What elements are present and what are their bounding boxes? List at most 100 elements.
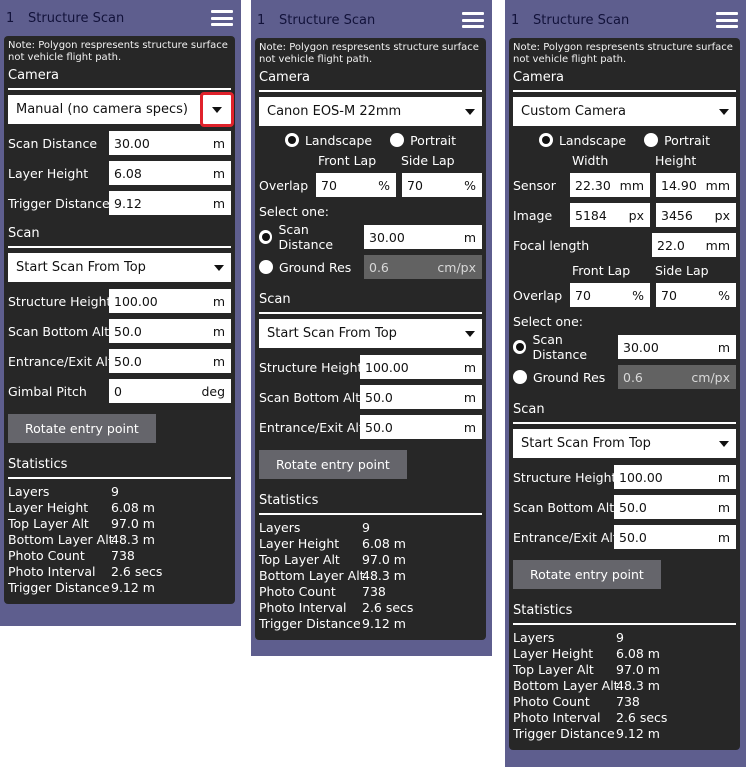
scan-distance-radio[interactable]: Scan Distance <box>259 222 364 252</box>
overlap-row: Overlap 70% 70% <box>259 170 482 200</box>
scan-start-select[interactable]: Start Scan From Top <box>8 253 231 282</box>
stat-label: Layers <box>8 484 50 499</box>
radio-label: Portrait <box>410 132 457 148</box>
scan-start-value: Start Scan From Top <box>521 436 651 451</box>
structure-height-input[interactable]: 100.00 m <box>360 355 482 379</box>
camera-select[interactable]: Manual (no camera specs) <box>8 92 234 127</box>
field-value: 5184 <box>575 207 607 223</box>
scan-distance-input[interactable]: 30.00 m <box>364 225 482 249</box>
stat-label: Layer Height <box>513 646 594 661</box>
field-value: 3456 <box>661 207 693 223</box>
entrance-exit-alt-input[interactable]: 50.0 m <box>109 349 231 373</box>
hamburger-menu-icon[interactable] <box>716 12 738 28</box>
ground-res-radio[interactable]: Ground Res <box>259 260 364 275</box>
image-width-input[interactable]: 5184 px <box>570 203 650 227</box>
rotate-entry-point-button[interactable]: Rotate entry point <box>259 450 407 479</box>
scan-bottom-alt-input[interactable]: 50.0 m <box>614 495 736 519</box>
stat-row: Top Layer Alt 97.0 m <box>8 516 231 532</box>
structure-height-input[interactable]: 100.00 m <box>109 289 231 313</box>
scan-bottom-alt-input[interactable]: 50.0 m <box>109 319 231 343</box>
stat-label: Layers <box>259 520 301 535</box>
stat-label: Photo Count <box>8 548 85 563</box>
front-lap-input[interactable]: 70% <box>570 283 650 307</box>
stat-row: Photo Interval 2.6 secs <box>513 710 736 726</box>
field-unit: m <box>463 359 476 375</box>
structure-height-row: Structure Height 100.00 m <box>513 462 736 492</box>
field-label: Entrance/Exit Alt <box>513 529 618 545</box>
sensor-width-input[interactable]: 22.30 mm <box>570 173 650 197</box>
front-lap-header: Front Lap <box>572 262 631 278</box>
field-value: 30.00 <box>114 135 150 151</box>
hamburger-menu-icon[interactable] <box>462 12 484 28</box>
field-unit: cm/px <box>437 259 476 275</box>
stat-label: Top Layer Alt <box>8 516 89 531</box>
stat-value: 97.0 m <box>111 516 155 531</box>
trigger-distance-input[interactable]: 9.12 m <box>109 191 231 215</box>
camera-select[interactable]: Canon EOS-M 22mm <box>259 97 482 126</box>
focal-length-input[interactable]: 22.0 mm <box>652 233 736 257</box>
highlighted-dropdown-button[interactable] <box>200 92 234 127</box>
field-value: 70 <box>321 177 337 193</box>
scan-start-select[interactable]: Start Scan From Top <box>513 429 736 458</box>
side-lap-input[interactable]: 70% <box>402 173 482 197</box>
image-height-input[interactable]: 3456 px <box>656 203 736 227</box>
field-value: 70 <box>661 287 677 303</box>
field-value: 22.0 <box>657 237 685 253</box>
radio-selected-icon <box>284 133 299 147</box>
scan-section-header: Scan <box>259 288 482 314</box>
side-lap-input[interactable]: 70% <box>656 283 736 307</box>
scan-start-select[interactable]: Start Scan From Top <box>259 319 482 348</box>
radio-label: Scan Distance <box>532 332 588 362</box>
layer-height-input[interactable]: 6.08 m <box>109 161 231 185</box>
radio-selected-icon <box>538 133 553 147</box>
field-label: Scan Bottom Alt <box>8 323 110 339</box>
ground-res-radio[interactable]: Ground Res <box>513 370 618 385</box>
radio-label: Ground Res <box>279 259 352 275</box>
field-label: Focal length <box>513 237 590 253</box>
scan-start-value: Start Scan From Top <box>16 260 146 275</box>
scan-distance-row: Scan Distance 30.00 m <box>259 222 482 252</box>
stat-label: Photo Interval <box>259 600 347 615</box>
scan-bottom-alt-input[interactable]: 50.0 m <box>360 385 482 409</box>
entrance-exit-alt-row: Entrance/Exit Alt 50.0 m <box>259 412 482 442</box>
stat-value: 6.08 m <box>111 500 155 515</box>
landscape-radio[interactable]: Landscape <box>538 133 626 148</box>
note-text: Note: Polygon respresents structure surf… <box>513 42 733 65</box>
portrait-radio[interactable]: Portrait <box>390 133 456 148</box>
hamburger-menu-icon[interactable] <box>211 10 233 26</box>
sensor-height-input[interactable]: 14.90 mm <box>656 173 736 197</box>
radio-label: Portrait <box>664 132 711 148</box>
stat-value: 48.3 m <box>111 532 155 547</box>
ground-res-row: Ground Res 0.6 cm/px <box>259 252 482 282</box>
front-lap-input[interactable]: 70% <box>316 173 396 197</box>
stat-value: 9.12 m <box>362 616 406 631</box>
portrait-radio[interactable]: Portrait <box>644 133 710 148</box>
structure-height-input[interactable]: 100.00 m <box>614 465 736 489</box>
stat-value: 6.08 m <box>616 646 660 661</box>
stat-label: Trigger Distance <box>8 580 110 595</box>
field-value: 6.08 <box>114 165 142 181</box>
structure-height-row: Structure Height 100.00 m <box>8 286 231 316</box>
scan-distance-radio[interactable]: Scan Distance <box>513 332 618 362</box>
stat-label: Layer Height <box>8 500 89 515</box>
panel-body: Note: Polygon respresents structure surf… <box>4 36 235 604</box>
scan-distance-input[interactable]: 30.00 m <box>109 131 231 155</box>
stat-row: Photo Count 738 <box>8 548 231 564</box>
focal-length-row: Focal length 22.0 mm <box>513 230 736 260</box>
rotate-entry-point-button[interactable]: Rotate entry point <box>513 560 661 589</box>
landscape-radio[interactable]: Landscape <box>284 133 372 148</box>
entrance-exit-alt-input[interactable]: 50.0 m <box>614 525 736 549</box>
trigger-distance-row: Trigger Distance 9.12 m <box>8 188 231 218</box>
field-value: 50.0 <box>114 353 142 369</box>
gimbal-pitch-input[interactable]: 0 deg <box>109 379 231 403</box>
field-unit: m <box>212 293 225 309</box>
stat-row: Bottom Layer Alt 48.3 m <box>8 532 231 548</box>
rotate-entry-point-button[interactable]: Rotate entry point <box>8 414 156 443</box>
scan-distance-input[interactable]: 30.00 m <box>618 335 736 359</box>
camera-section-header: Camera <box>513 66 736 92</box>
entrance-exit-alt-input[interactable]: 50.0 m <box>360 415 482 439</box>
stat-value: 48.3 m <box>362 568 406 583</box>
field-unit: m <box>212 323 225 339</box>
item-number: 1 <box>511 12 520 28</box>
camera-select[interactable]: Custom Camera <box>513 97 736 126</box>
